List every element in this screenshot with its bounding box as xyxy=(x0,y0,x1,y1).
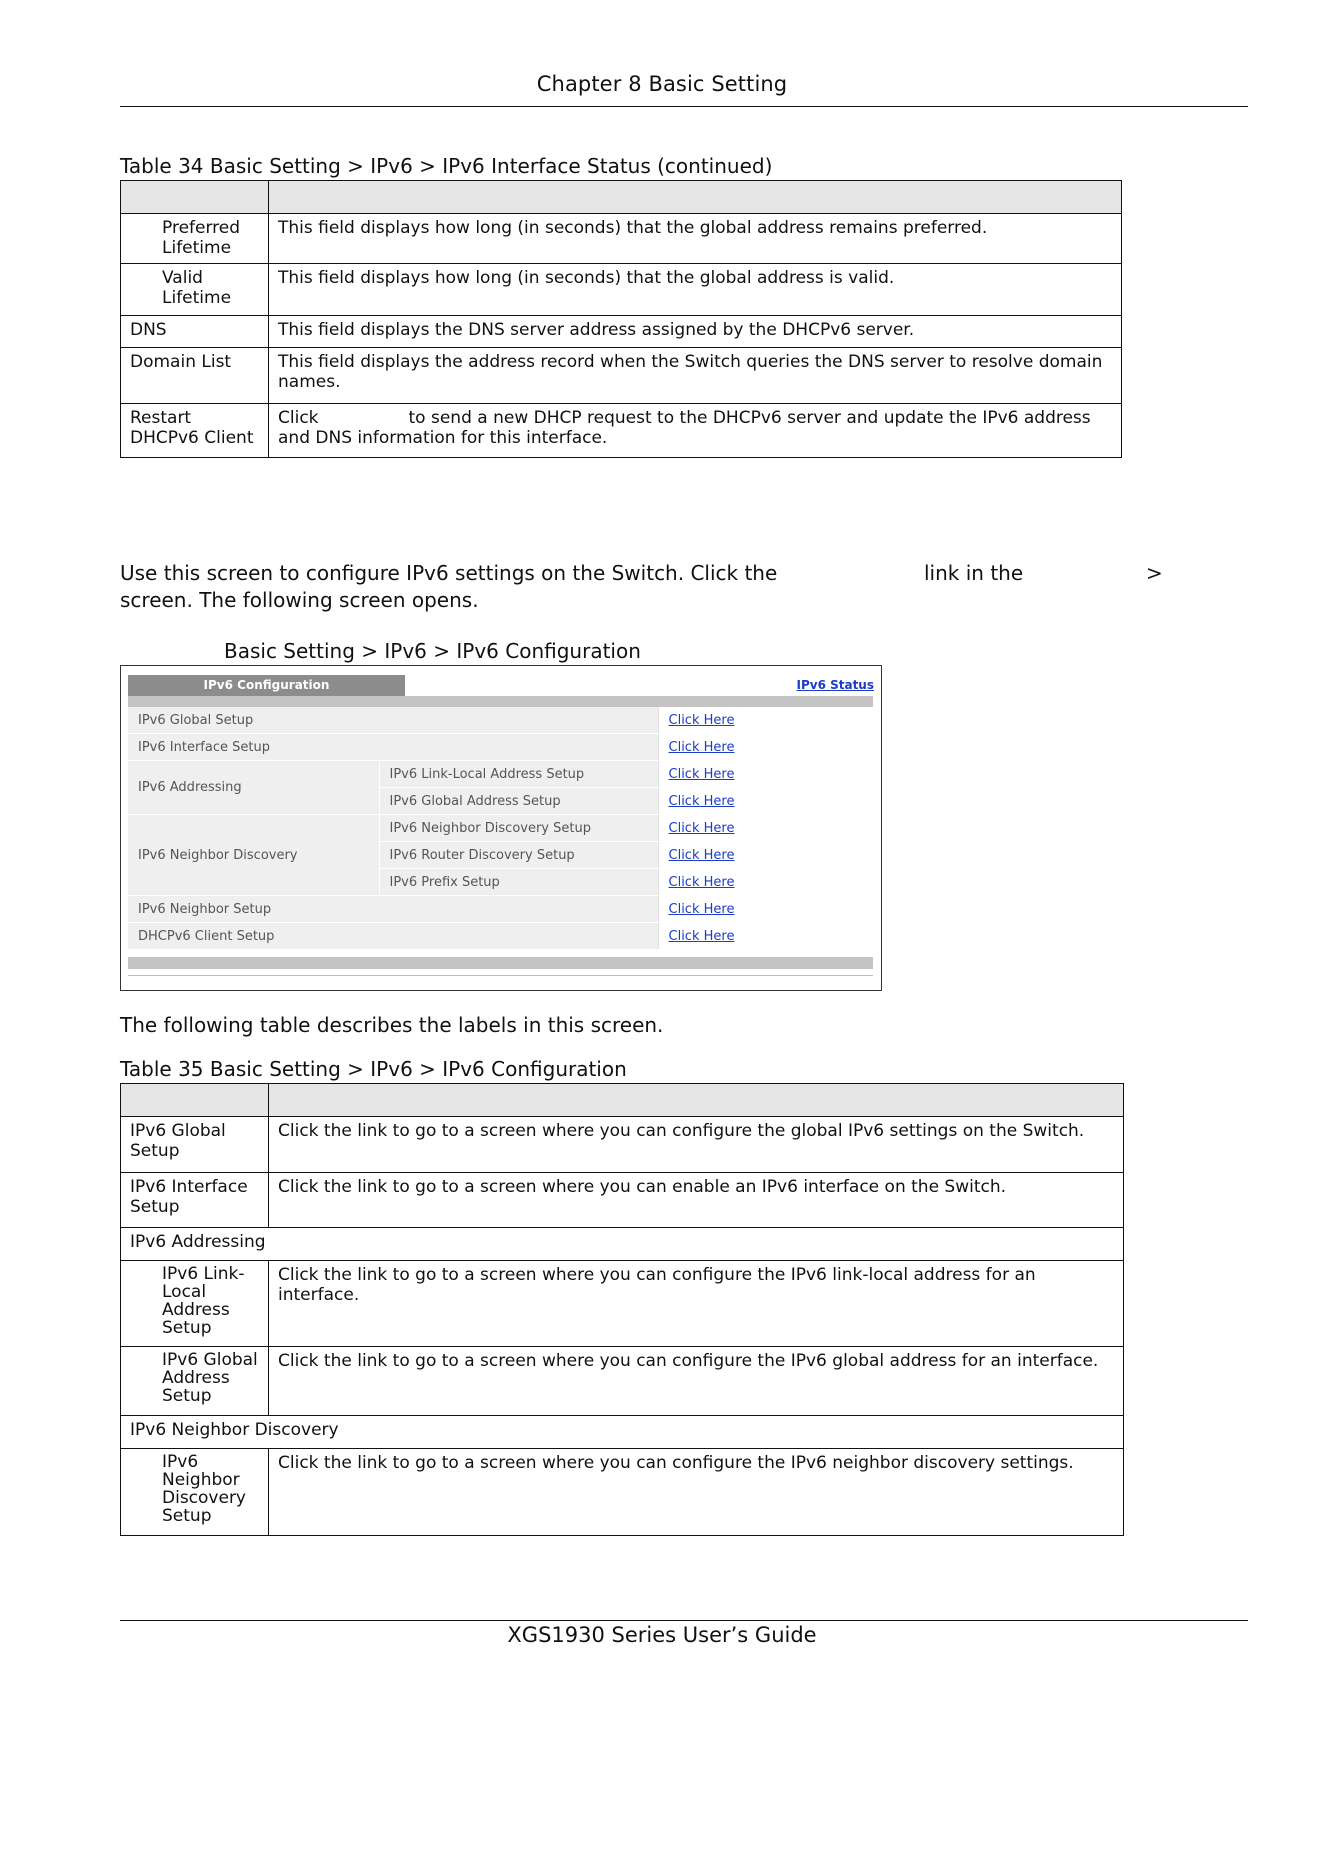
row-label: IPv6 Global Setup xyxy=(120,1116,269,1173)
config-row-dhcpv6-client: DHCPv6 Client Setup Click Here xyxy=(128,922,873,950)
guide-footer: XGS1930 Series User’s Guide xyxy=(507,1623,817,1647)
table-row: Preferred Lifetime This field displays h… xyxy=(120,213,1122,264)
row-desc-rest: to send a new DHCP request to the DHCPv6… xyxy=(278,408,1091,448)
row-label: Domain List xyxy=(120,347,269,404)
footer-rule xyxy=(120,1620,1248,1621)
table-row: IPv6 Global Address Setup Click the link… xyxy=(120,1346,1124,1416)
table-row: IPv6 Interface Setup Click the link to g… xyxy=(120,1172,1124,1228)
row-desc: Click to send a new DHCP request to the D… xyxy=(268,403,1122,458)
config-group-label: IPv6 Addressing xyxy=(128,760,379,815)
row-desc: This field displays how long (in seconds… xyxy=(268,263,1122,316)
row-label: IPv6 Interface Setup xyxy=(120,1172,269,1228)
click-here-link[interactable]: Click Here xyxy=(669,767,735,782)
config-label: IPv6 Interface Setup xyxy=(128,733,658,761)
table35-header-row xyxy=(120,1083,1124,1117)
table-section-row: IPv6 Neighbor Discovery xyxy=(120,1415,1124,1449)
ipv6-config-table: IPv6 Global Setup Click Here IPv6 Interf… xyxy=(128,707,873,950)
table-row: Restart DHCPv6 Client Click to send a new… xyxy=(120,403,1122,458)
row-label: DNS xyxy=(120,315,269,348)
click-here-link[interactable]: Click Here xyxy=(669,740,735,755)
intro-line1-end: > xyxy=(1146,561,1163,585)
config-row-global-setup: IPv6 Global Setup Click Here xyxy=(128,707,873,734)
row-desc: Click the link to go to a screen where y… xyxy=(268,1448,1124,1536)
row-desc: Click the link to go to a screen where y… xyxy=(268,1346,1124,1416)
config-group-label: IPv6 Neighbor Discovery xyxy=(128,814,379,896)
title-bar xyxy=(128,696,873,707)
config-label: IPv6 Global Address Setup xyxy=(378,787,658,815)
click-here-link[interactable]: Click Here xyxy=(669,848,735,863)
table35-caption: Table 35 Basic Setting > IPv6 > IPv6 Con… xyxy=(120,1057,627,1081)
table-row: IPv6 Neighbor Discovery Setup Click the … xyxy=(120,1448,1124,1536)
table35: IPv6 Global Setup Click the link to go t… xyxy=(120,1083,1124,1536)
config-row-neighbor-setup: IPv6 Neighbor Setup Click Here xyxy=(128,895,873,923)
row-desc: Click the link to go to a screen where y… xyxy=(268,1260,1124,1347)
click-here-link[interactable]: Click Here xyxy=(669,821,735,836)
row-label: IPv6 Global Address Setup xyxy=(120,1346,269,1416)
config-label: IPv6 Global Setup xyxy=(128,707,658,734)
description-intro: The following table describes the labels… xyxy=(120,1013,664,1037)
click-here-link[interactable]: Click Here xyxy=(669,929,735,944)
intro-line1-mid: link in the xyxy=(924,561,1024,585)
table-row: DNS This field displays the DNS server a… xyxy=(120,315,1122,348)
section-label: IPv6 Addressing xyxy=(120,1227,1124,1261)
row-desc-start: Click xyxy=(278,408,319,428)
config-label: IPv6 Prefix Setup xyxy=(378,868,658,896)
config-row-nd-setup: IPv6 Neighbor Discovery IPv6 Neighbor Di… xyxy=(128,814,873,896)
row-label: IPv6 Neighbor Discovery Setup xyxy=(120,1448,269,1536)
row-label: Preferred Lifetime xyxy=(120,213,269,264)
config-row-interface-setup: IPv6 Interface Setup Click Here xyxy=(128,733,873,761)
click-here-link[interactable]: Click Here xyxy=(669,902,735,917)
table-row: IPv6 Link-Local Address Setup Click the … xyxy=(120,1260,1124,1347)
table34-header-row xyxy=(120,180,1122,214)
figure-caption: Basic Setting > IPv6 > IPv6 Configuratio… xyxy=(224,639,641,663)
footer-bar xyxy=(128,957,873,969)
click-here-link[interactable]: Click Here xyxy=(669,875,735,890)
row-desc: Click the link to go to a screen where y… xyxy=(268,1116,1124,1173)
table-row: IPv6 Global Setup Click the link to go t… xyxy=(120,1116,1124,1173)
footer-line xyxy=(128,975,873,976)
intro-line1-start: Use this screen to configure IPv6 settin… xyxy=(120,561,778,585)
config-label: IPv6 Neighbor Setup xyxy=(128,895,658,923)
table-row: Valid Lifetime This field displays how l… xyxy=(120,263,1122,316)
config-label: IPv6 Neighbor Discovery Setup xyxy=(378,814,658,842)
ipv6-status-link[interactable]: IPv6 Status xyxy=(796,678,874,692)
config-label: DHCPv6 Client Setup xyxy=(128,922,658,950)
chapter-header: Chapter 8 Basic Setting xyxy=(536,72,788,96)
config-row-link-local: IPv6 Addressing IPv6 Link-Local Address … xyxy=(128,760,873,815)
tab-ipv6-configuration[interactable]: IPv6 Configuration xyxy=(128,675,405,696)
header-rule xyxy=(120,106,1248,107)
table-section-row: IPv6 Addressing xyxy=(120,1227,1124,1261)
row-label: IPv6 Link-Local Address Setup xyxy=(120,1260,269,1347)
row-desc: This field displays the address record w… xyxy=(268,347,1122,404)
row-desc: This field displays how long (in seconds… xyxy=(268,213,1122,264)
click-here-link[interactable]: Click Here xyxy=(669,713,735,728)
table34: Preferred Lifetime This field displays h… xyxy=(120,180,1122,458)
row-desc: This field displays the DNS server addre… xyxy=(268,315,1122,348)
table34-caption: Table 34 Basic Setting > IPv6 > IPv6 Int… xyxy=(120,154,773,178)
click-here-link[interactable]: Click Here xyxy=(669,794,735,809)
ipv6-configuration-screen: IPv6 Configuration IPv6 Status IPv6 Glob… xyxy=(120,665,882,991)
section-label: IPv6 Neighbor Discovery xyxy=(120,1415,1124,1449)
config-label: IPv6 Link-Local Address Setup xyxy=(378,760,658,788)
table-row: Domain List This field displays the addr… xyxy=(120,347,1122,404)
intro-line2: screen. The following screen opens. xyxy=(120,588,479,612)
row-desc: Click the link to go to a screen where y… xyxy=(268,1172,1124,1228)
config-label: IPv6 Router Discovery Setup xyxy=(378,841,658,869)
row-label: Restart DHCPv6 Client xyxy=(120,403,269,458)
row-label: Valid Lifetime xyxy=(120,263,269,316)
